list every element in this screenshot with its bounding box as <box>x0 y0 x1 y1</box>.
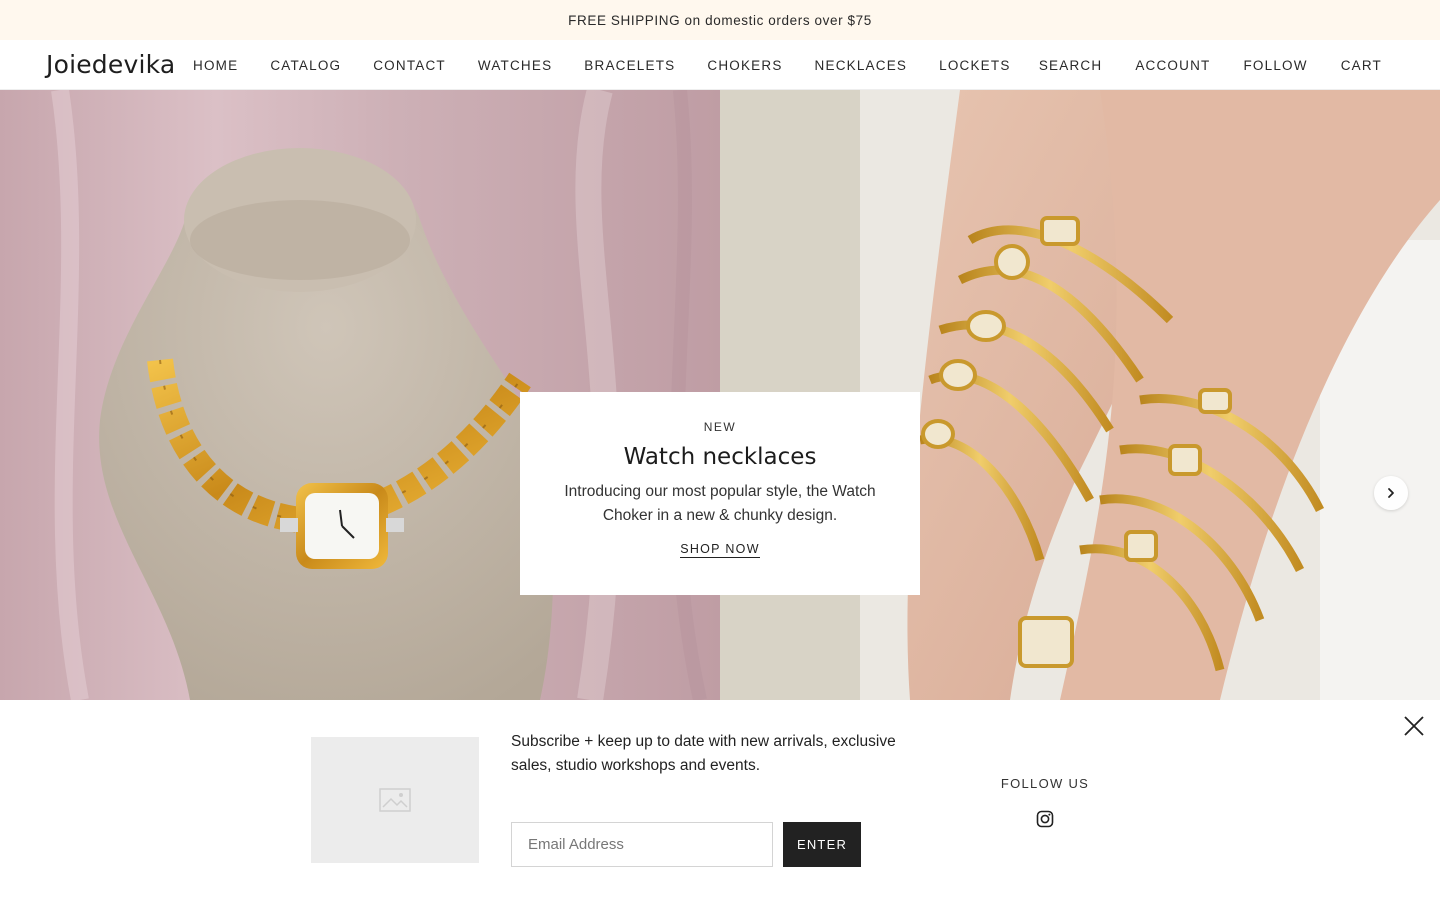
hero-description: Introducing our most popular style, the … <box>564 483 876 524</box>
nav-chokers[interactable]: CHOKERS <box>707 58 782 73</box>
nav-account[interactable]: ACCOUNT <box>1135 58 1210 73</box>
nav-necklaces[interactable]: NECKLACES <box>815 58 908 73</box>
nav-watches[interactable]: WATCHES <box>478 58 552 73</box>
nav-follow[interactable]: FOLLOW <box>1243 58 1307 73</box>
newsletter-popup: Subscribe + keep up to date with new arr… <box>0 700 1440 900</box>
close-icon[interactable] <box>1402 714 1426 738</box>
chevron-right-icon <box>1388 488 1394 498</box>
utility-nav: SEARCH ACCOUNT FOLLOW CART <box>1006 40 1382 90</box>
enter-button[interactable]: ENTER <box>783 822 861 867</box>
email-field[interactable] <box>511 822 773 867</box>
nav-contact[interactable]: CONTACT <box>373 58 446 73</box>
newsletter-text: Subscribe + keep up to date with new arr… <box>511 733 896 774</box>
nav-catalog[interactable]: CATALOG <box>270 58 341 73</box>
instagram-icon[interactable] <box>1036 810 1054 828</box>
image-placeholder-icon <box>379 788 411 812</box>
nav-cart[interactable]: CART <box>1341 58 1382 73</box>
nav-bracelets[interactable]: BRACELETS <box>584 58 675 73</box>
hero-slideshow: NEW Watch necklaces Introducing our most… <box>0 90 1440 700</box>
newsletter-image <box>311 737 479 863</box>
nav-search[interactable]: SEARCH <box>1039 58 1102 73</box>
logo[interactable]: Joiedevika <box>46 50 175 79</box>
main-nav: HOME CATALOG CONTACT WATCHES BRACELETS C… <box>193 40 1043 90</box>
nav-home[interactable]: HOME <box>193 58 238 73</box>
announcement-text: FREE SHIPPING on domestic orders over $7… <box>568 12 872 28</box>
nav-lockets[interactable]: LOCKETS <box>939 58 1010 73</box>
follow-us-heading: FOLLOW US <box>1000 776 1090 791</box>
site-header: Joiedevika HOME CATALOG CONTACT WATCHES … <box>0 40 1440 90</box>
hero-eyebrow: NEW <box>703 420 737 434</box>
hero-content-card: NEW Watch necklaces Introducing our most… <box>520 392 920 595</box>
announcement-bar: FREE SHIPPING on domestic orders over $7… <box>0 0 1440 40</box>
shop-now-link[interactable]: SHOP NOW <box>680 542 760 558</box>
slideshow-next-button[interactable] <box>1374 476 1408 510</box>
hero-title: Watch necklaces <box>623 444 817 470</box>
